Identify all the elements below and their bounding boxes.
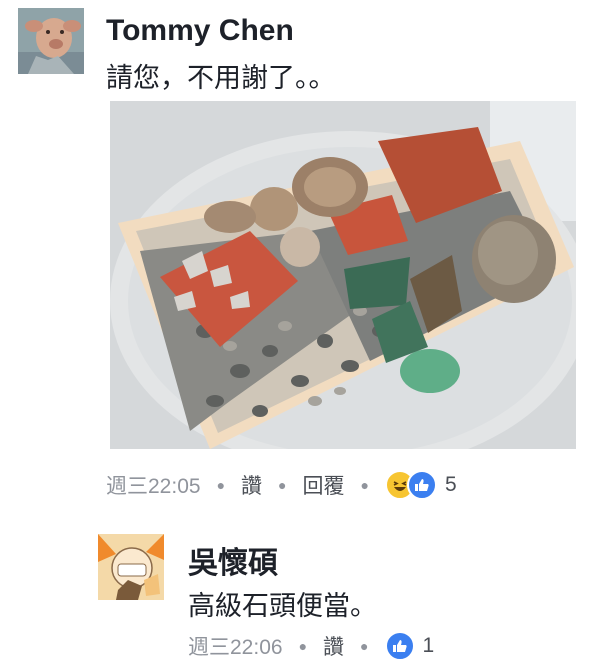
comment-author[interactable]: Tommy Chen <box>106 14 294 48</box>
separator-dot: ● <box>360 638 369 654</box>
like-icon <box>384 631 415 661</box>
reaction-summary[interactable]: 1 <box>384 631 435 661</box>
avatar-tommy-chen[interactable] <box>18 8 84 74</box>
separator-dot: ● <box>360 477 369 493</box>
separator-dot: ● <box>216 477 226 493</box>
reaction-count: 5 <box>444 473 457 496</box>
reaction-summary[interactable]: 5 <box>384 470 457 500</box>
avatar-commenter[interactable] <box>98 534 164 600</box>
comment-timestamp[interactable]: 週三22:05 <box>106 470 201 500</box>
like-button[interactable]: 讚 <box>323 631 344 661</box>
comment-text: 高級石頭便當。 <box>188 591 377 622</box>
separator-dot: ● <box>298 638 308 654</box>
comment-meta: 週三22:05 ● 讚 ● 回覆 ● 5 <box>106 470 457 500</box>
reply-button[interactable]: 回覆 <box>303 470 345 500</box>
comment-author[interactable]: 吳懷碩 <box>188 538 278 582</box>
like-button[interactable]: 讚 <box>241 470 262 500</box>
comment-text: 請您，不用謝了。。 <box>106 63 336 94</box>
comment-timestamp[interactable]: 週三22:06 <box>188 631 283 661</box>
separator-dot: ● <box>278 477 287 493</box>
comment-meta: 週三22:06 ● 讚 ● 1 <box>188 631 434 661</box>
reaction-count: 1 <box>422 634 435 657</box>
comment-photo[interactable] <box>110 101 576 449</box>
like-icon <box>406 470 437 500</box>
